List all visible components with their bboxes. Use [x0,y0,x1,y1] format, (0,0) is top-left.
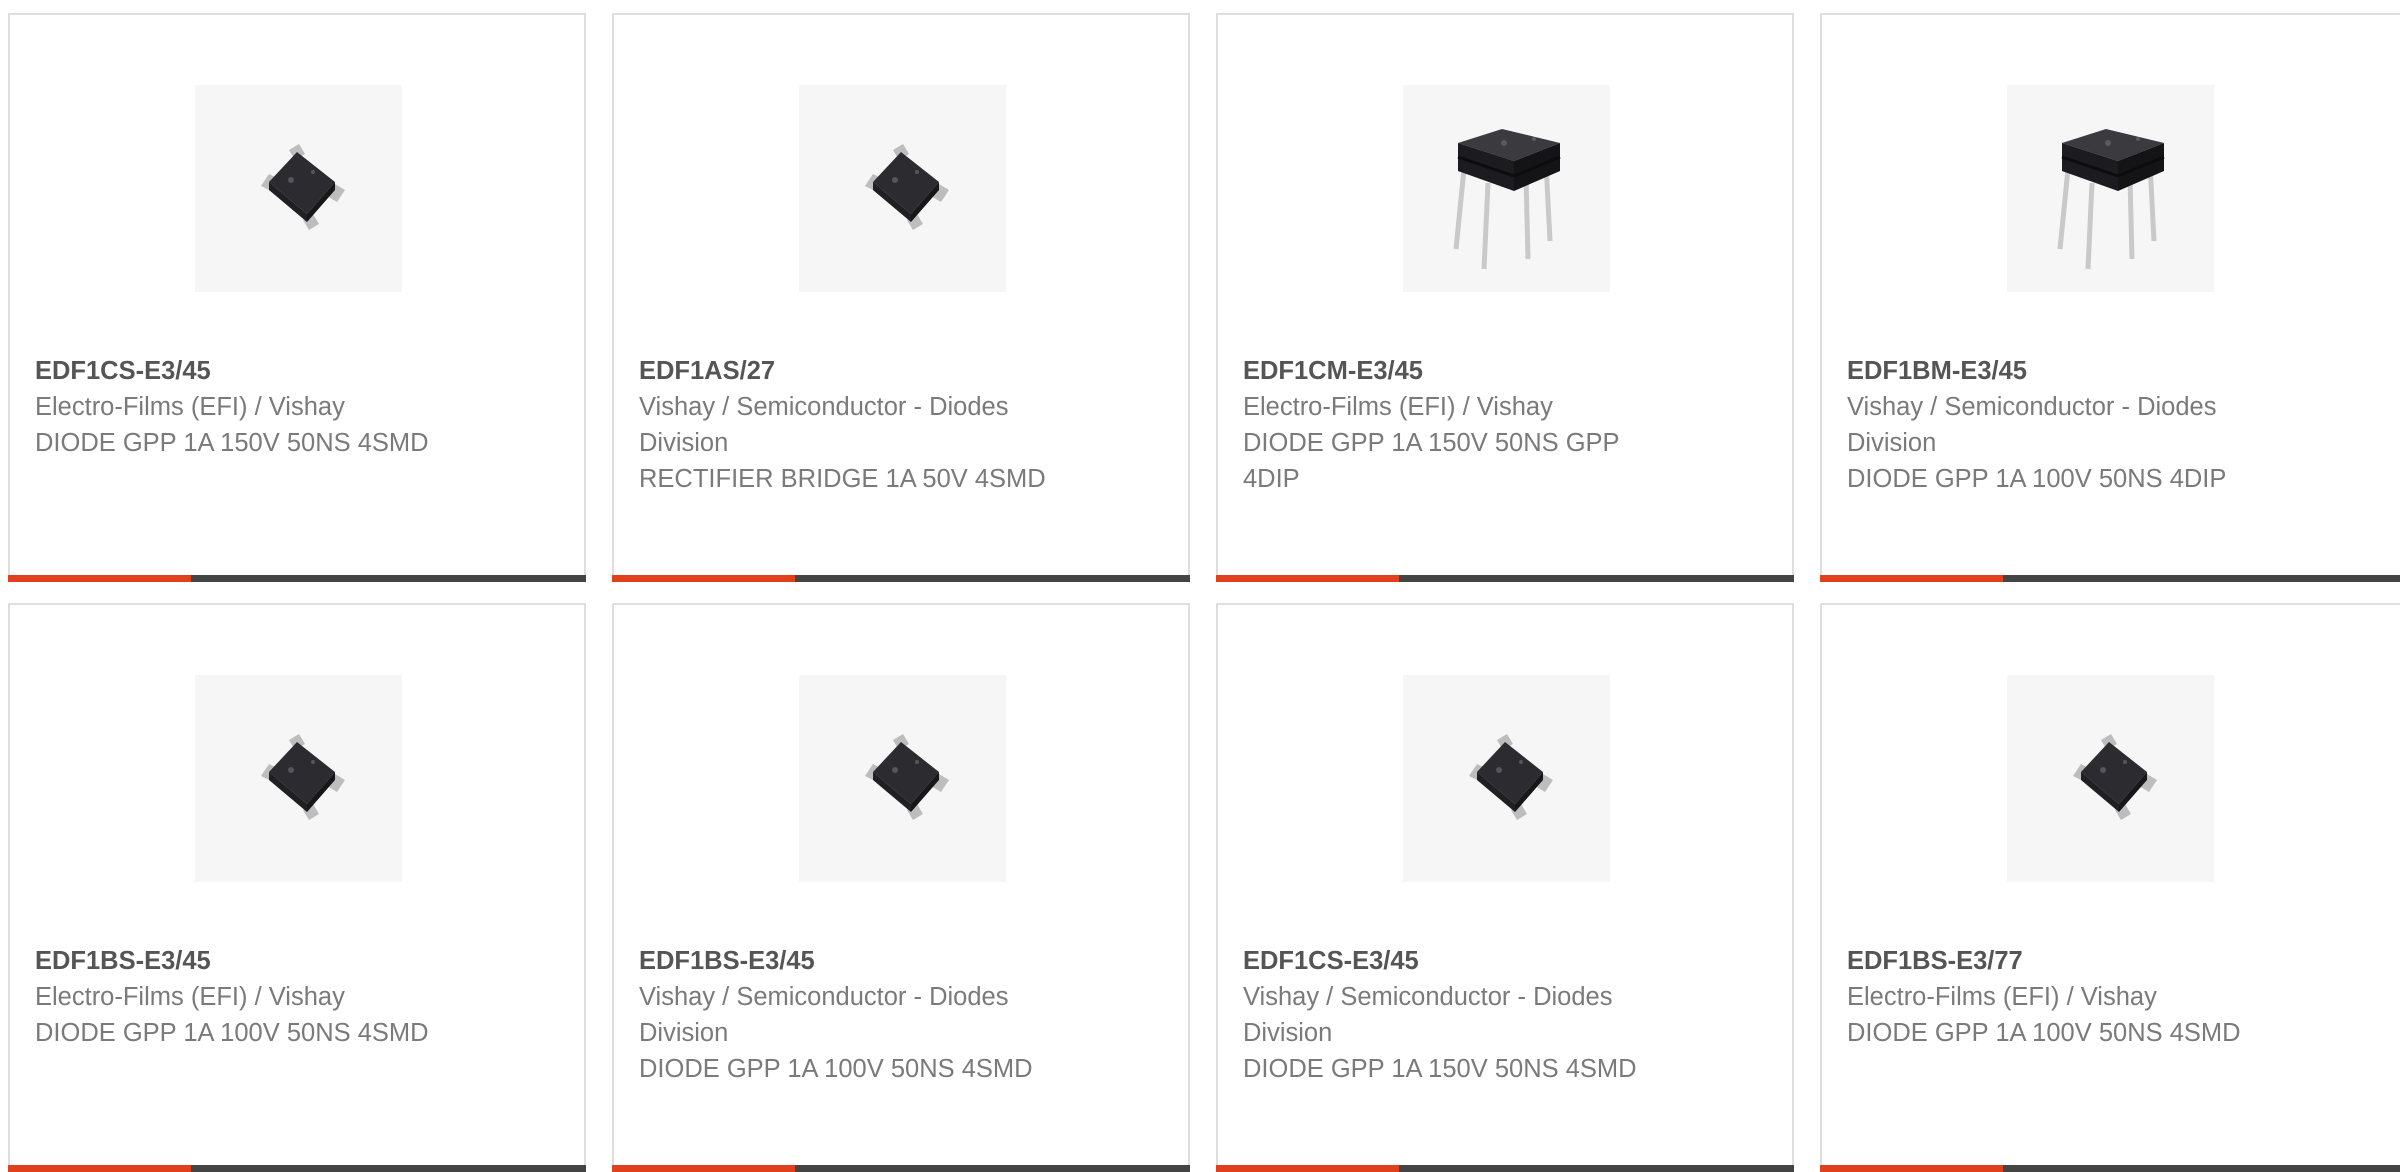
card-accent-bar [1216,1165,1399,1172]
product-image[interactable] [799,675,1006,882]
product-image[interactable] [1403,675,1610,882]
product-description: DIODE GPP 1A 100V 50NS 4SMD [639,1055,1033,1083]
part-number-link[interactable]: EDF1CS-E3/45 [35,353,555,389]
manufacturer-name: Vishay / Semiconductor - Diodes Division [1847,393,2217,457]
smd-bridge-rectifier-icon [260,733,345,820]
product-details: EDF1AS/27 Vishay / Semiconductor - Diode… [639,353,1159,497]
manufacturer-name: Electro-Films (EFI) / Vishay [1243,393,1553,421]
product-card[interactable]: EDF1CM-E3/45 Electro-Films (EFI) / Visha… [1216,13,1794,582]
card-accent-bar [1216,575,1399,582]
product-card[interactable]: EDF1CS-E3/45 Electro-Films (EFI) / Visha… [8,13,586,582]
product-description: DIODE GPP 1A 100V 50NS 4SMD [1847,1019,2241,1047]
smd-bridge-rectifier-icon [2072,733,2157,820]
product-description: RECTIFIER BRIDGE 1A 50V 4SMD [639,465,1046,493]
product-description: DIODE GPP 1A 150V 50NS 4SMD [1243,1055,1637,1083]
smd-bridge-rectifier-icon [1468,733,1553,820]
card-accent-bar [612,1165,795,1172]
product-card[interactable]: EDF1BS-E3/77 Electro-Films (EFI) / Visha… [1820,603,2400,1172]
card-footer-bar [1820,575,2400,582]
product-details: EDF1CS-E3/45 Vishay / Semiconductor - Di… [1243,943,1763,1087]
manufacturer-name: Electro-Films (EFI) / Vishay [35,393,345,421]
product-card[interactable]: EDF1CS-E3/45 Vishay / Semiconductor - Di… [1216,603,1794,1172]
card-footer-bar [1216,575,1794,582]
product-image[interactable] [195,675,402,882]
product-image[interactable] [1403,85,1610,292]
card-accent-bar [612,575,795,582]
part-number-link[interactable]: EDF1AS/27 [639,353,1159,389]
part-number-link[interactable]: EDF1BS-E3/77 [1847,943,2367,979]
manufacturer-name: Electro-Films (EFI) / Vishay [1847,983,2157,1011]
product-details: EDF1CM-E3/45 Electro-Films (EFI) / Visha… [1243,353,1763,497]
product-card[interactable]: EDF1BS-E3/45 Vishay / Semiconductor - Di… [612,603,1190,1172]
part-number-link[interactable]: EDF1BM-E3/45 [1847,353,2367,389]
smd-bridge-rectifier-icon [864,143,949,230]
dip-bridge-rectifier-icon [1453,128,1561,269]
product-card[interactable]: EDF1BS-E3/45 Electro-Films (EFI) / Visha… [8,603,586,1172]
card-accent-bar [8,1165,191,1172]
dip-bridge-rectifier-icon [2057,128,2165,269]
manufacturer-name: Electro-Films (EFI) / Vishay [35,983,345,1011]
product-card[interactable]: EDF1BM-E3/45 Vishay / Semiconductor - Di… [1820,13,2400,582]
part-number-link[interactable]: EDF1BS-E3/45 [35,943,555,979]
manufacturer-name: Vishay / Semiconductor - Diodes Division [1243,983,1613,1047]
product-details: EDF1BM-E3/45 Vishay / Semiconductor - Di… [1847,353,2367,497]
card-footer-bar [612,575,1190,582]
product-description: DIODE GPP 1A 150V 50NS GPP 4DIP [1243,429,1620,493]
product-image[interactable] [799,85,1006,292]
product-image[interactable] [195,85,402,292]
product-description: DIODE GPP 1A 100V 50NS 4DIP [1847,465,2227,493]
product-description: DIODE GPP 1A 100V 50NS 4SMD [35,1019,429,1047]
manufacturer-name: Vishay / Semiconductor - Diodes Division [639,393,1009,457]
product-description: DIODE GPP 1A 150V 50NS 4SMD [35,429,429,457]
part-number-link[interactable]: EDF1BS-E3/45 [639,943,1159,979]
manufacturer-name: Vishay / Semiconductor - Diodes Division [639,983,1009,1047]
part-number-link[interactable]: EDF1CS-E3/45 [1243,943,1763,979]
product-details: EDF1CS-E3/45 Electro-Films (EFI) / Visha… [35,353,555,461]
smd-bridge-rectifier-icon [864,733,949,820]
card-footer-bar [8,1165,586,1172]
part-number-link[interactable]: EDF1CM-E3/45 [1243,353,1763,389]
card-footer-bar [612,1165,1190,1172]
product-card[interactable]: EDF1AS/27 Vishay / Semiconductor - Diode… [612,13,1190,582]
product-image[interactable] [2007,675,2214,882]
product-details: EDF1BS-E3/45 Electro-Films (EFI) / Visha… [35,943,555,1051]
product-details: EDF1BS-E3/45 Vishay / Semiconductor - Di… [639,943,1159,1087]
card-footer-bar [1216,1165,1794,1172]
product-grid: EDF1CS-E3/45 Electro-Films (EFI) / Visha… [0,0,2400,1172]
card-accent-bar [8,575,191,582]
card-footer-bar [8,575,586,582]
card-footer-bar [1820,1165,2400,1172]
product-details: EDF1BS-E3/77 Electro-Films (EFI) / Visha… [1847,943,2367,1051]
card-accent-bar [1820,575,2003,582]
smd-bridge-rectifier-icon [260,143,345,230]
product-image[interactable] [2007,85,2214,292]
card-accent-bar [1820,1165,2003,1172]
